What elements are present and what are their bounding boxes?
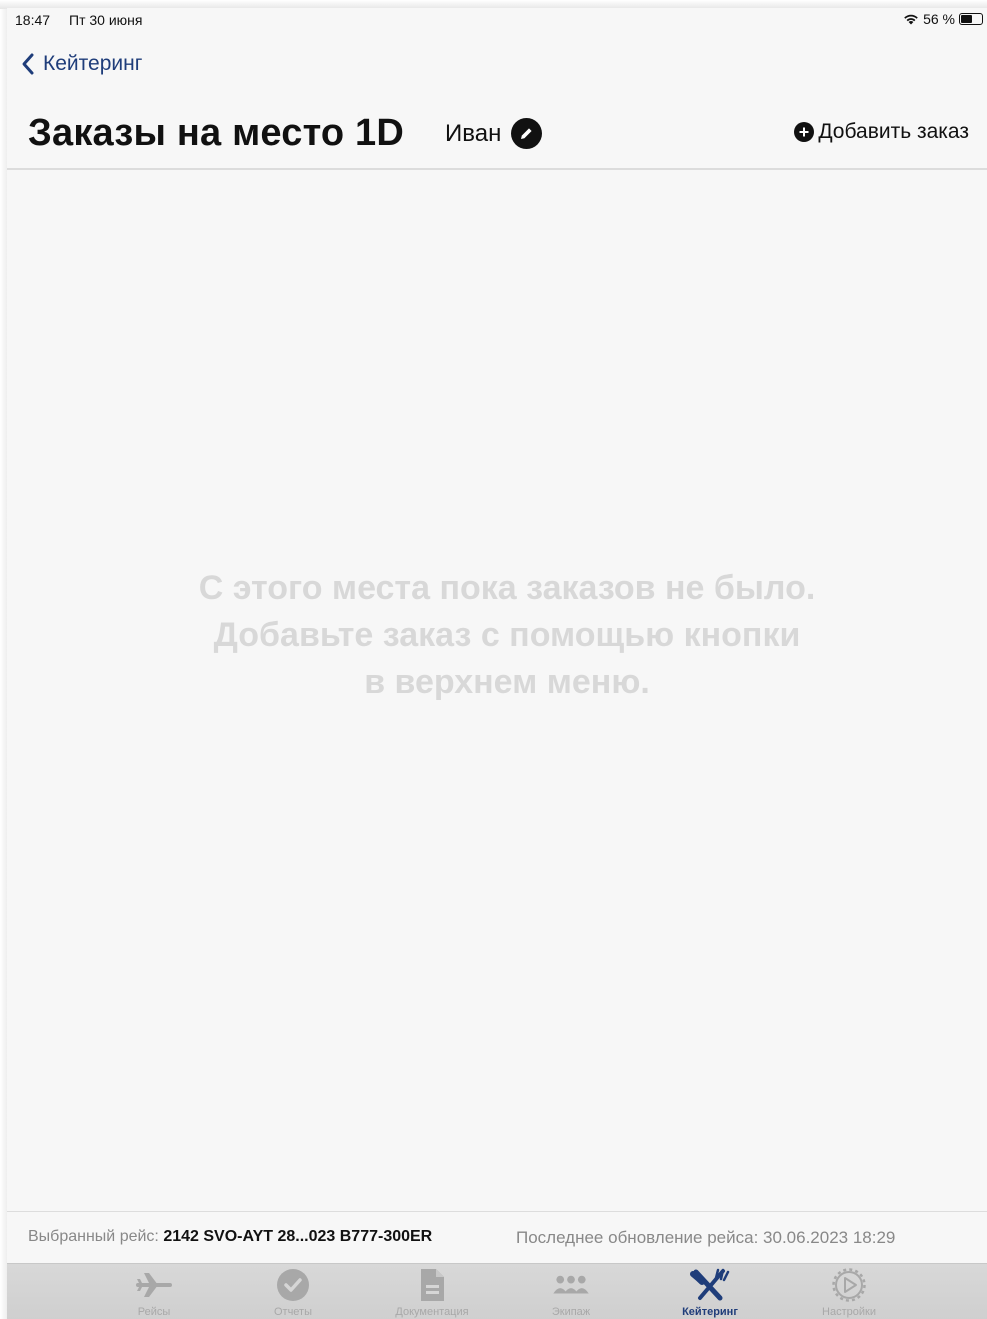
status-indicators: 56 % [903, 11, 983, 27]
battery-icon [959, 13, 983, 25]
footer-divider [7, 1211, 987, 1212]
header-divider [7, 168, 987, 170]
empty-state-message: С этого места пока заказов не было. Доба… [97, 565, 917, 706]
selected-flight: Выбранный рейс: 2142 SVO-AYT 28...023 B7… [28, 1228, 432, 1246]
tab-flights[interactable]: Рейсы [94, 1268, 214, 1318]
status-bar: 18:47 Пт 30 июня 56 % [7, 8, 987, 32]
document-icon [412, 1268, 452, 1302]
add-order-label: Добавить заказ [818, 120, 969, 143]
tab-crew[interactable]: Экипаж [511, 1268, 631, 1318]
tab-bar: Рейсы Отчеты Документация Экипаж Кейтери… [7, 1263, 987, 1319]
selected-flight-label: Выбранный рейс: [28, 1228, 159, 1245]
tab-crew-label: Экипаж [551, 1306, 591, 1318]
wifi-icon [904, 14, 918, 25]
checkmark-circle-icon [273, 1268, 313, 1302]
tab-catering-label: Кейтеринг [682, 1306, 738, 1318]
back-button[interactable]: Кейтеринг [21, 52, 142, 76]
people-icon [551, 1268, 591, 1302]
selected-flight-value: 2142 SVO-AYT 28...023 B777-300ER [163, 1228, 433, 1245]
airplane-icon [134, 1268, 174, 1302]
tab-documentation[interactable]: Документация [372, 1268, 492, 1318]
edit-passenger-button[interactable]: Иван [445, 118, 543, 149]
empty-state-line-1: С этого места пока заказов не было. [198, 569, 816, 607]
plus-circle-icon [794, 122, 815, 142]
empty-state-line-3: в верхнем меню. [364, 663, 650, 701]
status-date: Пт 30 июня [69, 12, 143, 28]
battery-percent: 56 % [923, 11, 955, 27]
add-order-button[interactable]: Добавить заказ [794, 120, 969, 144]
app-screen: 18:47 Пт 30 июня 56 % Кейтеринг Заказы н… [7, 8, 987, 1319]
back-button-label: Кейтеринг [43, 52, 143, 75]
battery-fill [961, 15, 972, 23]
gear-icon [829, 1268, 869, 1302]
tab-settings-label: Настройки [822, 1306, 876, 1318]
tab-catering[interactable]: Кейтеринг [650, 1268, 770, 1318]
window-edge [0, 0, 7, 1319]
passenger-name: Иван [445, 119, 502, 147]
status-time: 18:47 [15, 12, 51, 28]
tab-reports[interactable]: Отчеты [233, 1268, 353, 1318]
tab-flights-label: Рейсы [137, 1306, 171, 1318]
chevron-left-icon [22, 53, 34, 75]
empty-state-line-2: Добавьте заказ с помощью кнопки [213, 616, 801, 654]
fork-knife-icon [690, 1268, 730, 1302]
page-title: Заказы на место 1D [28, 112, 405, 154]
tab-settings[interactable]: Настройки [789, 1268, 909, 1318]
last-update: Последнее обновление рейса: 30.06.2023 1… [516, 1228, 896, 1247]
tab-reports-label: Отчеты [273, 1306, 313, 1318]
tab-documentation-label: Документация [395, 1306, 469, 1318]
pencil-icon [511, 118, 543, 149]
